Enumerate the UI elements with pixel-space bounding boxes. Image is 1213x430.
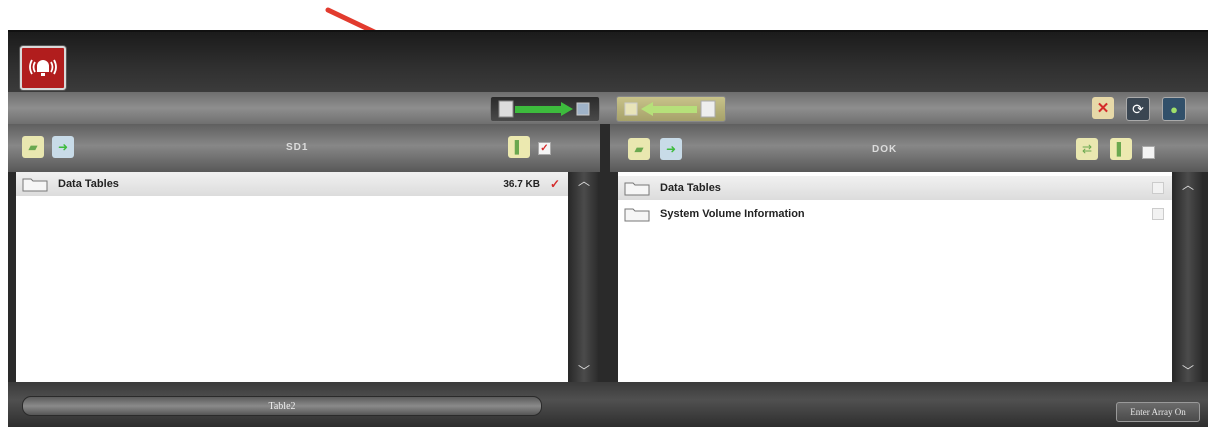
transfer-right-icon <box>498 100 590 118</box>
scroll-down-icon[interactable]: ﹀ <box>1180 365 1196 377</box>
list-item-name: Data Tables <box>660 182 721 194</box>
right-select-all-checkbox[interactable] <box>1142 146 1155 159</box>
item-checkbox[interactable] <box>1152 208 1164 220</box>
list-item-size: 36.7 KB <box>503 178 540 190</box>
select-icon: ▌ <box>1116 142 1126 156</box>
transfer-left-icon <box>624 100 716 118</box>
app-window: ✕ ⟳ ● ▰ ➜ SD1 ▌ ✓ Data Tables 36.7 KB ✓ <box>8 30 1208 427</box>
toolbar: ✕ ⟳ ● <box>8 92 1208 124</box>
enter-array-button[interactable]: Enter Array On <box>1116 402 1200 422</box>
list-item-name: System Volume Information <box>660 208 805 220</box>
scroll-down-icon[interactable]: ﹀ <box>576 365 592 377</box>
right-folder-button[interactable]: ▰ <box>628 138 650 160</box>
import-icon: ⇄ <box>1081 142 1093 156</box>
alarm-button[interactable] <box>20 46 66 90</box>
table-selector[interactable]: Table2 <box>22 396 542 416</box>
folder-icon <box>22 178 48 192</box>
right-import-button[interactable]: ⇄ <box>1076 138 1098 160</box>
top-bar <box>8 32 1208 92</box>
list-item[interactable]: Data Tables 36.7 KB ✓ <box>16 172 568 196</box>
left-scrollbar[interactable]: ︿ ﹀ <box>570 172 598 382</box>
item-checkbox[interactable]: ✓ <box>550 177 560 191</box>
right-export-button[interactable]: ➜ <box>660 138 682 160</box>
right-select-button[interactable]: ▌ <box>1110 138 1132 160</box>
list-item[interactable]: System Volume Information <box>618 202 1172 226</box>
refresh-button[interactable]: ⟳ <box>1126 97 1150 121</box>
left-export-button[interactable]: ➜ <box>52 136 74 158</box>
item-checkbox[interactable] <box>1152 182 1164 194</box>
user-button[interactable]: ● <box>1162 97 1186 121</box>
scroll-up-icon[interactable]: ︿ <box>576 175 592 187</box>
right-scrollbar[interactable]: ︿ ﹀ <box>1174 172 1202 382</box>
copy-to-right-button[interactable] <box>490 96 600 122</box>
refresh-icon: ⟳ <box>1132 100 1144 117</box>
folder-icon <box>624 182 650 196</box>
scroll-up-icon[interactable]: ︿ <box>1180 179 1196 191</box>
right-pane-header: ▰ ➜ DOK ⇄ ▌ <box>610 124 1208 172</box>
user-icon: ● <box>1170 101 1178 117</box>
copy-to-left-button[interactable] <box>616 96 726 122</box>
folder-open-icon: ▰ <box>634 142 644 156</box>
export-icon: ➜ <box>665 142 677 156</box>
left-pane-title: SD1 <box>286 142 309 153</box>
pane-divider <box>600 124 610 382</box>
left-folder-button[interactable]: ▰ <box>22 136 44 158</box>
left-select-button[interactable]: ▌ <box>508 136 530 158</box>
folder-icon <box>624 208 650 222</box>
bottom-bar: Table2 Enter Array On <box>8 382 1208 427</box>
left-select-all-checkbox[interactable]: ✓ <box>538 142 551 155</box>
list-item-name: Data Tables <box>58 178 119 190</box>
export-icon: ➜ <box>57 140 69 154</box>
alarm-icon <box>29 59 57 76</box>
left-pane-header: ▰ ➜ SD1 ▌ ✓ <box>8 124 600 172</box>
right-file-list: Data Tables System Volume Information <box>618 172 1172 382</box>
folder-open-icon: ▰ <box>28 140 38 154</box>
delete-icon: ✕ <box>1096 100 1110 117</box>
delete-button[interactable]: ✕ <box>1092 97 1114 119</box>
list-item[interactable]: Data Tables <box>618 176 1172 200</box>
check-icon: ✓ <box>540 142 549 154</box>
right-pane-title: DOK <box>872 144 898 155</box>
left-file-list: Data Tables 36.7 KB ✓ <box>16 172 568 382</box>
select-icon: ▌ <box>514 140 524 154</box>
